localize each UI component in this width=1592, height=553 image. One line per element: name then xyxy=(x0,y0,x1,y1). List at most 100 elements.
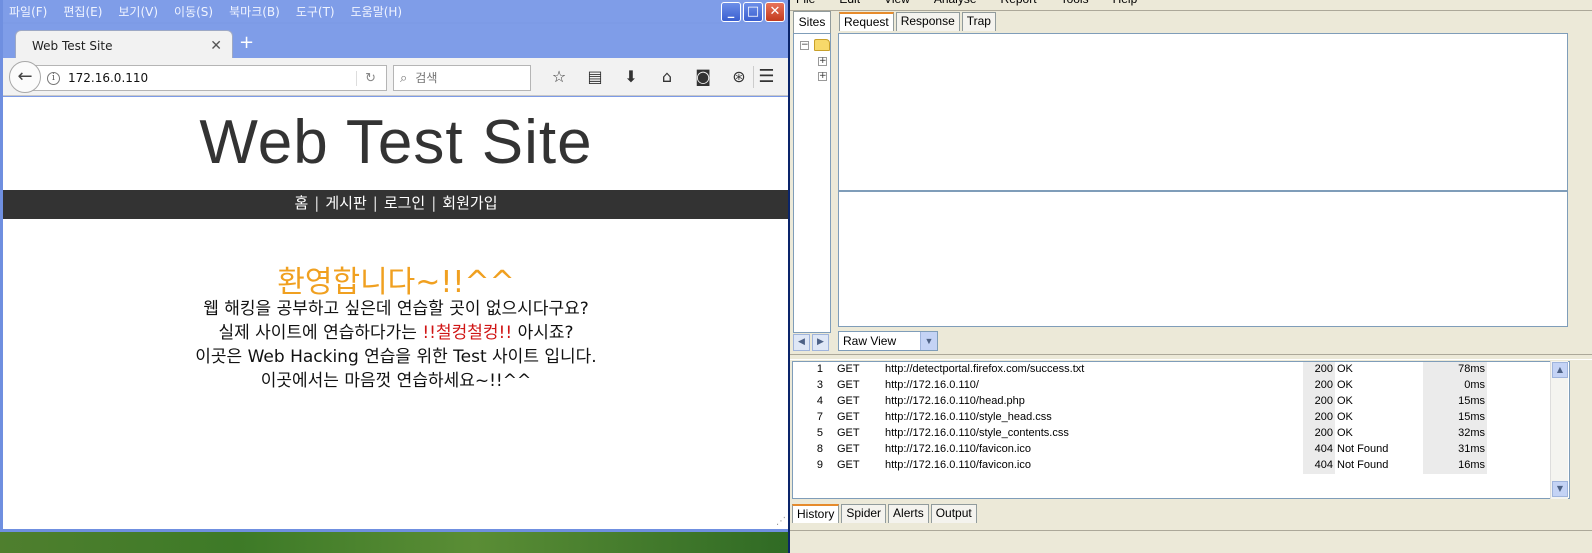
paros-menu-analyse[interactable]: Analyse xyxy=(934,0,977,8)
tab-alerts[interactable]: Alerts xyxy=(888,504,929,523)
tree-collapse-icon[interactable]: − xyxy=(800,41,809,50)
scroll-up-icon[interactable]: ▲ xyxy=(1552,362,1568,378)
history-cell-reason: OK xyxy=(1337,363,1353,375)
history-cell-status: 404 xyxy=(1314,459,1333,471)
close-window-icon[interactable]: ✕ xyxy=(765,2,785,22)
table-row[interactable]: 9 GET http://172.16.0.110/favicon.ico 404 No… xyxy=(793,458,1569,474)
history-cell-method: GET xyxy=(837,443,860,455)
history-cell-status: 404 xyxy=(1314,443,1333,455)
request-body-area[interactable] xyxy=(838,191,1568,327)
nav-home[interactable]: 홈 xyxy=(294,194,308,212)
menu-file[interactable]: 파일(F) xyxy=(9,3,47,20)
panel-splitter[interactable] xyxy=(790,354,1592,360)
desktop-background xyxy=(0,530,792,553)
bottom-tabs: History Spider Alerts Output xyxy=(792,504,977,523)
scroll-left-icon[interactable]: ◀ xyxy=(793,334,810,351)
scroll-down-icon[interactable]: ▼ xyxy=(1552,481,1568,497)
reload-icon[interactable]: ↻ xyxy=(356,70,376,86)
pocket-icon[interactable]: ◙ xyxy=(685,66,721,88)
info-icon[interactable]: i xyxy=(47,71,60,85)
tree-expand-icon[interactable]: + xyxy=(818,57,827,66)
tab-sites[interactable]: Sites xyxy=(793,11,831,33)
history-cell-id: 4 xyxy=(816,395,823,407)
intro-line-2-end: 아시죠? xyxy=(512,323,574,343)
firefox-menubar: 파일(F) 편집(E) 보기(V) 이동(S) 북마크(B) 도구(T) 도움말… xyxy=(3,0,789,22)
history-cell-time: 15ms xyxy=(1458,411,1485,423)
welcome-heading: 환영합니다~!!^^ xyxy=(277,265,515,300)
table-row[interactable]: 1 GET http://detectportal.firefox.com/succ… xyxy=(793,362,1569,378)
close-tab-icon[interactable]: ✕ xyxy=(210,38,222,54)
tab-request[interactable]: Request xyxy=(839,12,894,31)
home-icon[interactable]: ⌂ xyxy=(649,66,685,88)
request-header-area[interactable] xyxy=(838,33,1568,191)
history-cell-id: 3 xyxy=(816,379,823,391)
tab-spider[interactable]: Spider xyxy=(841,504,887,523)
nav-board[interactable]: 게시판 xyxy=(325,194,366,212)
tab-response[interactable]: Response xyxy=(895,12,960,31)
history-cell-status: 200 xyxy=(1314,363,1333,375)
history-cell-url: http://detectportal.firefox.com/success.… xyxy=(885,363,1085,375)
search-input[interactable] xyxy=(413,70,514,86)
history-cell-url: http://172.16.0.110/favicon.ico xyxy=(885,459,1031,471)
history-cell-time: 0ms xyxy=(1464,379,1485,391)
table-row[interactable]: 8 GET http://172.16.0.110/favicon.ico 404 No… xyxy=(793,442,1569,458)
history-table: 1 GET http://detectportal.firefox.com/succ… xyxy=(792,361,1570,499)
paros-menu-help[interactable]: Help xyxy=(1113,0,1138,8)
menubar-divider xyxy=(790,10,1592,11)
url-text[interactable]: 172.16.0.110 xyxy=(68,71,356,85)
hamburger-menu-icon[interactable]: ☰ xyxy=(753,66,779,88)
bookmark-star-icon[interactable]: ☆ xyxy=(541,66,577,88)
new-tab-icon[interactable]: + xyxy=(239,32,254,53)
search-box[interactable]: ⌕ xyxy=(393,65,531,91)
tree-expand-icon[interactable]: + xyxy=(818,72,827,81)
history-cell-method: GET xyxy=(837,363,860,375)
menu-go[interactable]: 이동(S) xyxy=(174,3,213,20)
view-mode-select[interactable]: Raw View ▼ xyxy=(838,331,938,351)
paros-menu-file[interactable]: File xyxy=(796,0,815,8)
back-arrow-icon[interactable]: ← xyxy=(9,61,41,93)
history-cell-time: 16ms xyxy=(1458,459,1485,471)
history-cell-id: 8 xyxy=(816,443,823,455)
minimize-icon[interactable]: _ xyxy=(721,2,741,22)
resize-grip-icon[interactable]: ⋰ xyxy=(776,516,786,527)
paros-menu-report[interactable]: Report xyxy=(1001,0,1037,8)
history-cell-url: http://172.16.0.110/ xyxy=(885,379,979,391)
tab-web-test-site[interactable]: Web Test Site ✕ xyxy=(15,30,233,60)
download-icon[interactable]: ⬇ xyxy=(613,66,649,88)
search-icon: ⌕ xyxy=(400,70,408,86)
table-row[interactable]: 4 GET http://172.16.0.110/head.php 200 OK 15m… xyxy=(793,394,1569,410)
menu-edit[interactable]: 편집(E) xyxy=(63,3,102,20)
nav-signup[interactable]: 회원가입 xyxy=(442,194,497,212)
history-cell-time: 15ms xyxy=(1458,395,1485,407)
chevron-down-icon[interactable]: ▼ xyxy=(920,332,937,350)
intro-line-4: 이곳에서는 마음껏 연습하세요~!!^^ xyxy=(260,371,532,391)
paros-menu-tools[interactable]: Tools xyxy=(1061,0,1089,8)
menu-help[interactable]: 도움말(H) xyxy=(351,3,403,20)
sync-icon[interactable]: ⊛ xyxy=(721,66,757,88)
menu-tools[interactable]: 도구(T) xyxy=(296,3,335,20)
menu-view[interactable]: 보기(V) xyxy=(118,3,158,20)
scroll-right-icon[interactable]: ▶ xyxy=(812,334,829,351)
site-title: Web Test Site xyxy=(199,108,593,177)
nav-separator: | xyxy=(372,194,378,212)
table-row[interactable]: 7 GET http://172.16.0.110/style_head.css 20… xyxy=(793,410,1569,426)
sites-tree[interactable]: − + + xyxy=(793,33,831,333)
tab-history[interactable]: History xyxy=(792,504,840,523)
maximize-icon[interactable]: □ xyxy=(743,2,763,22)
folder-icon[interactable] xyxy=(814,39,830,51)
tab-trap[interactable]: Trap xyxy=(961,12,996,31)
history-scrollbar[interactable]: ▲ ▼ xyxy=(1550,361,1568,499)
table-row[interactable]: 5 GET http://172.16.0.110/style_contents.c… xyxy=(793,426,1569,442)
history-cell-reason: OK xyxy=(1337,411,1353,423)
history-cell-method: GET xyxy=(837,411,860,423)
page-content: Web Test Site 홈 | 게시판 | 로그인 | 회원가입 환영합니다~!!^^ … xyxy=(3,97,789,529)
request-tabs: Request Response Trap xyxy=(839,12,996,31)
menu-bookmarks[interactable]: 북마크(B) xyxy=(229,3,280,20)
table-row[interactable]: 3 GET http://172.16.0.110/200 OK 0ms xyxy=(793,378,1569,394)
paros-menu-view[interactable]: View xyxy=(884,0,910,8)
reading-list-icon[interactable]: ▤ xyxy=(577,66,613,88)
tab-output[interactable]: Output xyxy=(930,504,977,523)
url-bar[interactable]: i 172.16.0.110 ↻ xyxy=(33,65,387,91)
nav-login[interactable]: 로그인 xyxy=(384,194,425,212)
paros-menu-edit[interactable]: Edit xyxy=(839,0,860,8)
